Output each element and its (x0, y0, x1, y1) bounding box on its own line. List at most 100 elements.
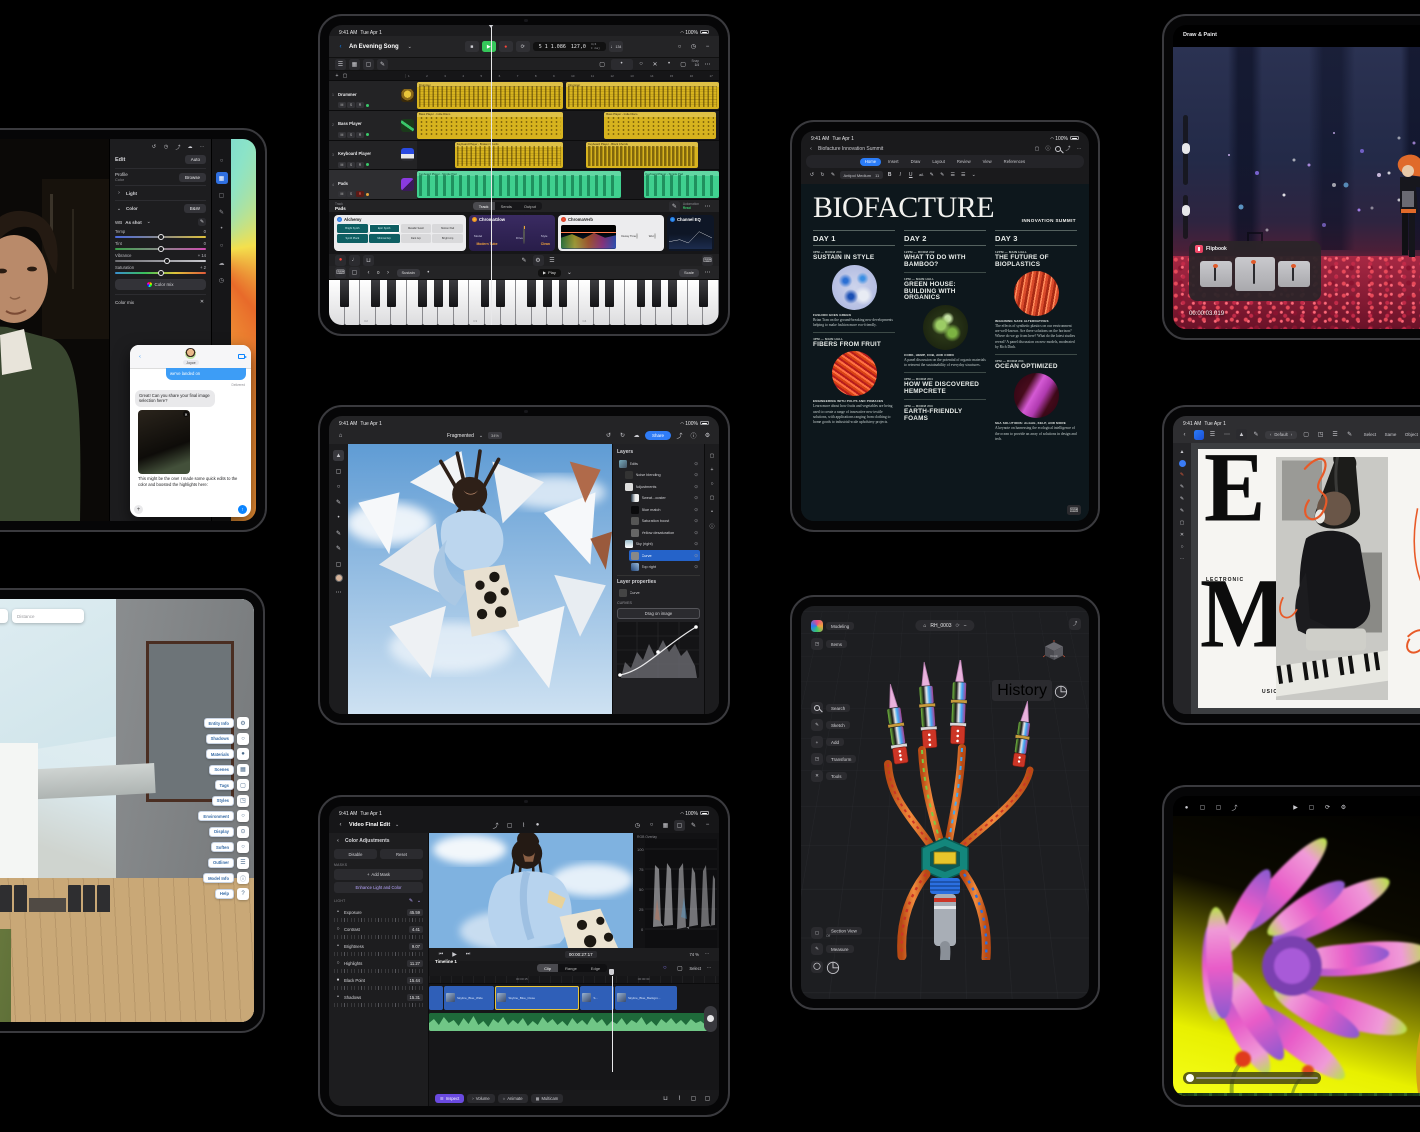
layer-row[interactable]: Noise blending (623, 470, 700, 481)
color-mix-row[interactable]: Color mix (115, 300, 134, 305)
clone-tool-icon[interactable] (333, 528, 344, 539)
track-header[interactable]: 1DrummerMSR (329, 81, 417, 110)
home-icon[interactable] (923, 623, 926, 629)
export-menu[interactable] (1069, 618, 1081, 630)
voiceover-icon[interactable] (674, 1093, 685, 1104)
vector-brush-icon[interactable] (1178, 471, 1186, 479)
layers-panel-icon[interactable] (708, 452, 716, 460)
animate-button[interactable]: Animate (498, 1094, 528, 1103)
eraser-tool-icon[interactable] (678, 59, 689, 70)
isolate-icon[interactable] (811, 961, 823, 973)
visibility-icon[interactable] (694, 507, 698, 513)
soften-button[interactable]: Soften (211, 842, 234, 852)
text-tool-icon[interactable] (333, 559, 344, 570)
add-layer-icon[interactable] (708, 466, 716, 474)
brush-icon[interactable] (216, 206, 228, 218)
track-header-selected[interactable]: 4PadsMSR (329, 170, 417, 199)
lasso-tool-icon[interactable] (333, 481, 344, 492)
panel-row[interactable]: Styles (212, 795, 249, 807)
octave-up-icon[interactable] (383, 267, 394, 278)
record-enable-button[interactable]: R (356, 132, 364, 138)
temp-slider[interactable]: Temp0 (115, 229, 206, 238)
video-preview[interactable] (429, 833, 633, 948)
mode-edge[interactable]: Edge (584, 964, 607, 972)
project-title[interactable]: Video Final Edit (349, 822, 390, 828)
record-icon[interactable] (1181, 802, 1192, 813)
panel-row[interactable]: Tags (215, 779, 249, 791)
modeling-menu[interactable]: Modeling (811, 620, 854, 632)
avatar[interactable] (185, 348, 196, 359)
redo-icon[interactable] (819, 171, 827, 179)
versions-icon[interactable] (216, 274, 228, 286)
clip[interactable]: Skyline_Blue_Wide (444, 986, 494, 1010)
cycle-button[interactable] (516, 41, 530, 52)
play-icon[interactable] (1290, 802, 1301, 813)
browser-icon[interactable] (660, 820, 671, 831)
panel-row[interactable]: Outliner (208, 857, 249, 869)
font-selector[interactable]: Antipol Medium11 (840, 171, 884, 179)
tracks-view-icon[interactable] (335, 59, 346, 70)
move-tool-icon[interactable]: ▲ (333, 450, 344, 461)
properties-icon[interactable] (708, 494, 716, 502)
split-tool-icon[interactable] (650, 59, 661, 70)
snapping-icon[interactable] (1344, 429, 1355, 440)
timeline[interactable]: 00:00:1500:00:30 Skyline_Blue_Wide Skyli… (429, 976, 719, 1091)
share-button[interactable]: Share (645, 431, 671, 440)
lcd-display[interactable]: 5 1 1.086 127,0 4/4C maj (533, 42, 606, 52)
track-header[interactable]: 2Bass PlayerMSR (329, 111, 417, 140)
auto-button[interactable]: Auto (185, 155, 206, 164)
outliner-icon[interactable] (237, 857, 249, 869)
region[interactable]: Bass Player - Indie Disco (604, 112, 716, 139)
scenes-icon[interactable] (237, 764, 249, 776)
count-in-button[interactable]: 134 (609, 41, 623, 52)
timeline-zoom[interactable]: 74 % (689, 952, 699, 957)
overwrite-icon[interactable] (674, 963, 685, 974)
more-tools-icon[interactable] (333, 587, 344, 598)
numbered-list-button[interactable] (959, 171, 967, 179)
bullet-list-button[interactable] (949, 171, 957, 179)
environment-icon[interactable] (237, 810, 249, 822)
brush-opacity-slider[interactable] (1183, 195, 1188, 239)
underline-button[interactable] (907, 171, 915, 179)
foreground-color-swatch[interactable] (335, 574, 343, 582)
split-keyboard-icon[interactable] (349, 267, 360, 278)
measure-input[interactable] (12, 609, 84, 623)
model-info-icon[interactable] (237, 872, 249, 884)
metronome-icon[interactable] (349, 255, 360, 266)
shadows-icon[interactable] (237, 733, 249, 745)
render-canvas[interactable] (1173, 816, 1420, 1096)
display-button[interactable]: Display (209, 827, 234, 837)
clip[interactable] (429, 986, 443, 1010)
timeline-name[interactable]: Timeline 1 (435, 959, 457, 964)
record-icon[interactable] (532, 820, 543, 831)
reset-button[interactable]: Reset (380, 849, 423, 859)
styles-icon[interactable] (237, 795, 249, 807)
visibility-icon[interactable] (694, 472, 698, 478)
piano-keyboard[interactable]: C2 C3 C4 (329, 279, 719, 325)
help-icon[interactable]: ? (237, 888, 249, 900)
wand-icon[interactable] (407, 897, 415, 905)
visibility-icon[interactable] (694, 530, 698, 536)
inspect-button[interactable]: Inspect (435, 1094, 464, 1103)
cloud-icon[interactable] (631, 430, 642, 441)
camera-icon[interactable] (504, 820, 515, 831)
crop-icon[interactable] (216, 189, 228, 201)
flip-icon[interactable] (1315, 429, 1326, 440)
render-settings-icon[interactable] (1338, 802, 1349, 813)
alchemy-plugin[interactable]: Alchemy Bright Synth Epic Synth Metallic… (334, 215, 466, 251)
light-section[interactable]: Light (126, 191, 137, 196)
document-name[interactable]: Fragmented34% (447, 432, 502, 440)
disable-button[interactable]: Disable (334, 849, 377, 859)
mixer-view-icon[interactable] (349, 59, 360, 70)
panel-back-icon[interactable] (334, 837, 342, 845)
copy-tool-icon[interactable] (597, 59, 608, 70)
glue-tool-icon[interactable] (664, 59, 675, 70)
back-icon[interactable] (335, 820, 346, 831)
presets-icon[interactable] (216, 155, 228, 167)
styles-button[interactable]: Styles (212, 796, 234, 806)
wb-chevron-icon[interactable] (145, 218, 153, 226)
track-header[interactable]: 3Keyboard PlayerMSR (329, 141, 417, 170)
entity-info-button[interactable]: Entity Info (204, 718, 234, 728)
section-view-tool[interactable]: Section ViewOff (811, 927, 862, 939)
drag-on-image-button[interactable]: Drag on image (617, 608, 700, 619)
